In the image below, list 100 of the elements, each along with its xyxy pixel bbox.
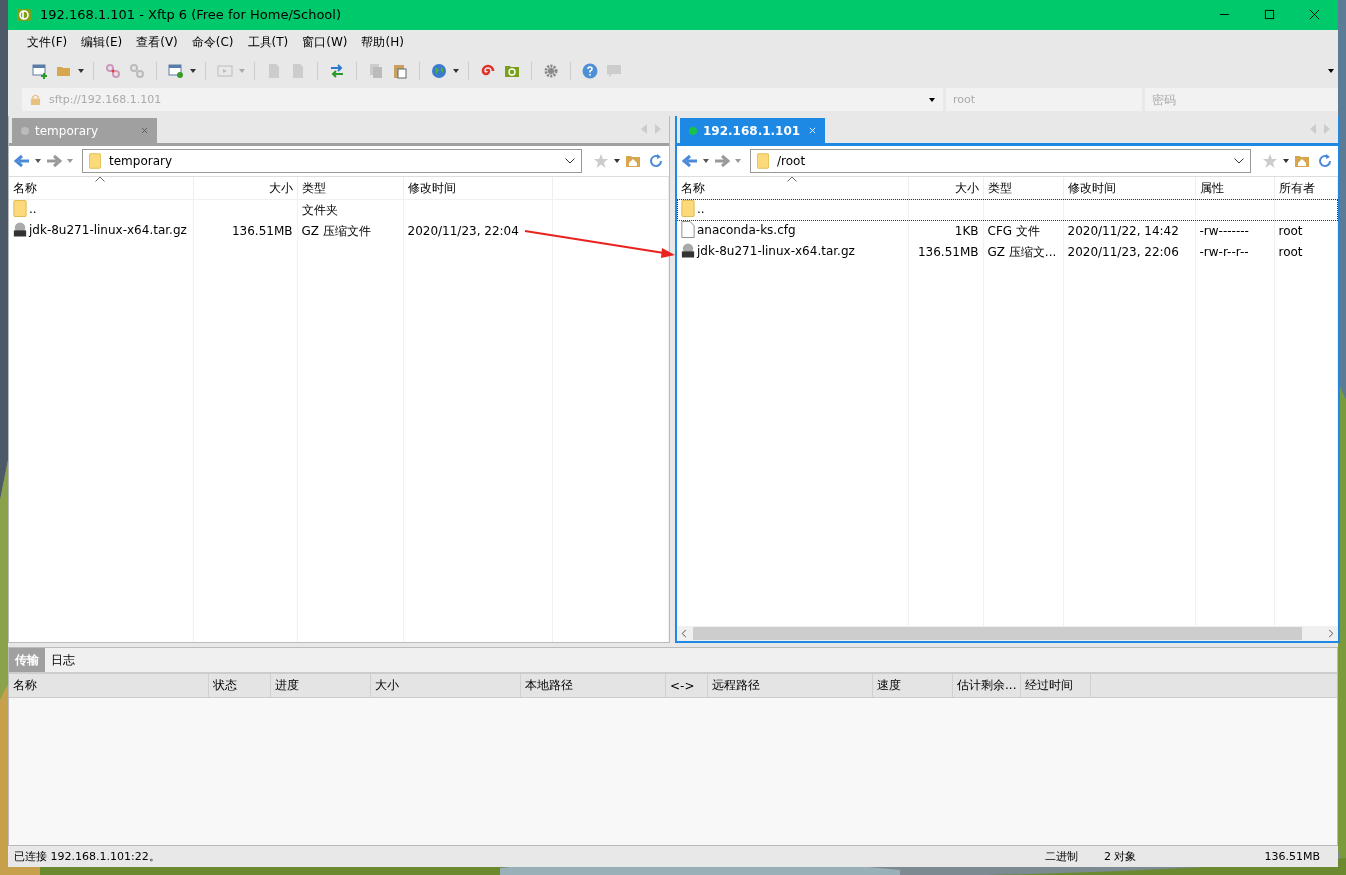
lock-icon — [30, 93, 41, 105]
folder-icon — [13, 200, 27, 218]
close-icon[interactable] — [1309, 9, 1320, 21]
refresh-icon[interactable] — [648, 153, 664, 170]
refresh-icon[interactable] — [1317, 153, 1333, 170]
caret-icon[interactable] — [1283, 159, 1289, 164]
column-header[interactable]: 本地路径 — [521, 674, 666, 697]
table-cell: 2020/11/23, 22:04 — [407, 224, 519, 239]
column-header[interactable]: 属性 — [1199, 180, 1224, 195]
object-count: 2 对象 — [1103, 849, 1137, 865]
status-message: 已连接 192.168.1.101:22。 — [14, 849, 160, 865]
table-cell: 文件夹 — [301, 203, 338, 217]
settings-icon[interactable] — [543, 62, 559, 79]
maximize-icon[interactable] — [1264, 9, 1275, 21]
file-icon — [681, 221, 695, 239]
column-header[interactable]: 所有者 — [1278, 180, 1315, 195]
column-header[interactable]: 估计剩余... — [953, 674, 1021, 697]
menu-item[interactable]: 窗口(W) — [295, 34, 355, 52]
forward-arrow-icon[interactable] — [46, 153, 62, 170]
table-cell: 2020/11/22, 14:42 — [1067, 224, 1179, 239]
horizontal-scrollbar[interactable] — [677, 626, 1338, 641]
column-header[interactable]: 大小 — [268, 180, 293, 195]
sort-caret-icon — [787, 176, 797, 183]
column-header[interactable]: 修改时间 — [407, 180, 456, 195]
folder-icon — [89, 153, 101, 170]
globe-icon[interactable] — [431, 62, 447, 79]
help-icon[interactable] — [582, 62, 598, 79]
table-cell: 136.51MB — [231, 224, 293, 239]
star-icon[interactable] — [1262, 153, 1278, 170]
menu-item[interactable]: 文件(F) — [20, 34, 75, 52]
home-folder-icon[interactable] — [1294, 153, 1310, 170]
window-title: 192.168.1.101 - Xftp 6 (Free for Home/School) — [40, 7, 341, 23]
star-icon[interactable] — [593, 153, 609, 170]
scroll-left-icon[interactable] — [681, 629, 687, 638]
table-cell: GZ 压缩文件 — [301, 224, 371, 238]
archive-icon — [13, 221, 27, 239]
file-name[interactable]: anaconda-ks.cfg — [697, 223, 796, 237]
folder-icon — [681, 200, 695, 218]
caret-icon[interactable] — [190, 68, 196, 73]
column-header[interactable]: 名称 — [681, 180, 705, 195]
path-field[interactable]: /root — [750, 149, 1251, 174]
menu-item[interactable]: 命令(C) — [184, 34, 241, 52]
file-name[interactable]: .. — [697, 202, 705, 216]
back-arrow-icon[interactable] — [14, 153, 30, 170]
column-header[interactable]: 远程路径 — [708, 674, 873, 697]
tab-label: temporary — [35, 124, 100, 138]
username-field[interactable]: root — [946, 87, 1142, 112]
table-cell: root — [1278, 245, 1303, 260]
table-cell: -rw-r--r-- — [1199, 245, 1249, 260]
file-name[interactable]: .. — [29, 202, 37, 216]
panel-tab[interactable]: 日志 — [45, 648, 81, 672]
column-header[interactable]: 名称 — [9, 674, 209, 697]
disconnect-icon[interactable] — [105, 62, 121, 79]
column-header[interactable]: 速度 — [873, 674, 953, 697]
sort-caret-icon — [95, 176, 105, 183]
scroll-right-icon[interactable] — [1328, 629, 1334, 638]
caret-icon[interactable] — [453, 68, 459, 73]
password-field[interactable]: 密码 — [1144, 87, 1338, 112]
caret-icon[interactable] — [614, 159, 620, 164]
menu-item[interactable]: 查看(V) — [129, 34, 185, 52]
table-cell: GZ 压缩文... — [987, 245, 1057, 259]
caret-icon[interactable] — [1328, 68, 1334, 73]
column-header[interactable]: 名称 — [13, 180, 37, 195]
file-name[interactable]: jdk-8u271-linux-x64.tar.gz — [29, 223, 187, 237]
new-window-icon[interactable] — [32, 62, 48, 79]
file-name[interactable]: jdk-8u271-linux-x64.tar.gz — [697, 244, 855, 258]
table-cell: 136.51MB — [917, 245, 979, 260]
transfer-icon[interactable] — [329, 62, 345, 79]
app-icon — [16, 6, 32, 23]
url-field[interactable]: sftp://192.168.1.101 — [22, 87, 944, 112]
menu-item[interactable]: 编辑(E) — [74, 34, 130, 52]
clipboard-icon[interactable] — [392, 62, 408, 79]
column-header[interactable]: 状态 — [209, 674, 271, 697]
column-header[interactable]: 进度 — [271, 674, 371, 697]
chevron-down-icon[interactable] — [565, 158, 575, 165]
column-header[interactable]: 大小 — [954, 180, 979, 195]
column-header[interactable]: 修改时间 — [1067, 180, 1116, 195]
home-folder-icon[interactable] — [625, 153, 641, 170]
caret-icon[interactable] — [35, 159, 41, 164]
total-size: 136.51MB — [1264, 850, 1320, 864]
table-cell: -rw------- — [1199, 224, 1249, 239]
column-header[interactable]: 大小 — [371, 674, 521, 697]
tab-label: 192.168.1.101 — [703, 124, 802, 138]
forward-arrow-icon[interactable] — [714, 153, 730, 170]
chevron-down-icon[interactable] — [1234, 158, 1244, 165]
path-field[interactable]: temporary — [82, 149, 582, 174]
column-header[interactable]: 经过时间 — [1021, 674, 1091, 697]
session-tab[interactable]: 192.168.1.101 — [680, 118, 825, 144]
table-cell: 2020/11/23, 22:06 — [1067, 245, 1179, 260]
caret-icon[interactable] — [703, 159, 709, 164]
menu-item[interactable]: 工具(T) — [240, 34, 296, 52]
caret-icon[interactable] — [929, 97, 936, 102]
column-header[interactable]: 类型 — [987, 180, 1012, 195]
back-arrow-icon[interactable] — [682, 153, 698, 170]
menu-item[interactable]: 帮助(H) — [354, 34, 411, 52]
archive-icon — [681, 242, 695, 260]
caret-icon[interactable] — [78, 68, 84, 73]
column-header[interactable]: <-> — [666, 674, 708, 697]
table-cell: CFG 文件 — [987, 224, 1040, 238]
column-header[interactable]: 类型 — [301, 180, 326, 195]
